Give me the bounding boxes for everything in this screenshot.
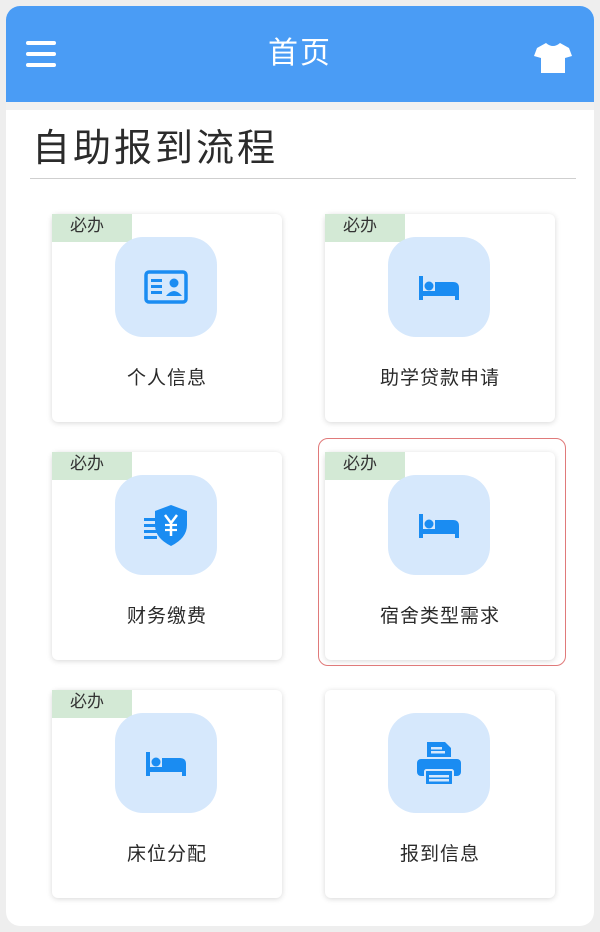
- required-badge: 必办: [52, 452, 132, 480]
- card-label: 助学贷款申请: [379, 367, 500, 389]
- card-label: 宿舍类型需求: [379, 605, 500, 627]
- card-personal-info[interactable]: 必办 个人信息: [52, 214, 282, 422]
- icon-tile: [115, 475, 217, 575]
- shirt-button[interactable]: [534, 42, 572, 74]
- card-label: 财务缴费: [126, 605, 207, 627]
- card-registration-info[interactable]: 报到信息: [325, 690, 555, 898]
- required-badge: 必办: [325, 214, 405, 242]
- bed-icon: [146, 752, 186, 776]
- icon-tile: [115, 237, 217, 337]
- required-badge: 必办: [325, 452, 405, 480]
- app-frame: 首页 自助报到流程 必办 个人信息 必办 助学贷款申请 必办 财务缴费 必办 宿…: [6, 6, 594, 926]
- top-nav-bar: 首页: [6, 6, 594, 102]
- title-divider: [30, 178, 576, 179]
- header-gap: [6, 102, 594, 110]
- required-badge: 必办: [52, 214, 132, 242]
- card-finance-payment[interactable]: 必办 财务缴费: [52, 452, 282, 660]
- icon-tile: [388, 237, 490, 337]
- page-title: 自助报到流程: [32, 126, 279, 170]
- icon-tile: [388, 475, 490, 575]
- card-label: 床位分配: [126, 843, 207, 865]
- card-label: 个人信息: [126, 367, 207, 389]
- printer-icon: [417, 742, 461, 786]
- icon-tile: [388, 713, 490, 813]
- icon-tile: [115, 713, 217, 813]
- bed-icon: [419, 514, 459, 538]
- shirt-icon: [534, 43, 572, 73]
- card-dorm-type-request[interactable]: 必办 宿舍类型需求: [325, 452, 555, 660]
- yuan-shield-icon: [144, 505, 187, 546]
- card-bed-allocation[interactable]: 必办 床位分配: [52, 690, 282, 898]
- required-badge: 必办: [52, 690, 132, 718]
- card-label: 报到信息: [399, 843, 480, 865]
- id-card-icon: [144, 270, 188, 304]
- header-title: 首页: [268, 36, 332, 71]
- bed-icon: [419, 276, 459, 300]
- card-student-loan[interactable]: 必办 助学贷款申请: [325, 214, 555, 422]
